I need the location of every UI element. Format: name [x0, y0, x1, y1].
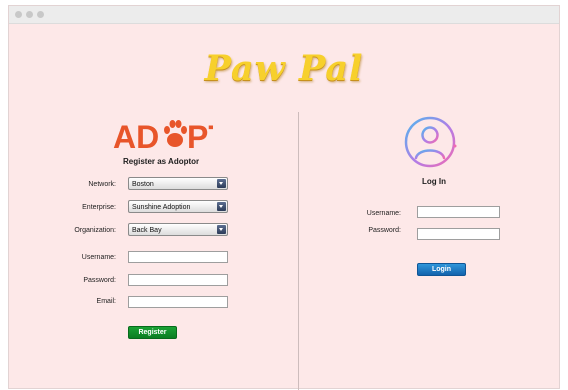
enterprise-select-value: Sunshine Adoption — [132, 204, 191, 211]
close-window-icon[interactable] — [15, 11, 22, 18]
adopt-logo-text-start: AD — [113, 119, 159, 150]
panel-divider — [298, 112, 299, 390]
login-button[interactable]: Login — [417, 263, 466, 276]
chevron-down-icon[interactable] — [217, 225, 226, 234]
register-heading: Register as Adoptor — [123, 157, 200, 166]
paw-print-icon — [164, 120, 187, 147]
email-field[interactable] — [128, 296, 228, 308]
enterprise-label: Enterprise: — [82, 204, 116, 211]
user-avatar-icon — [404, 116, 457, 168]
login-heading: Log In — [422, 177, 446, 186]
brand-title: Paw Pal — [204, 48, 364, 89]
register-button[interactable]: Register — [128, 326, 177, 339]
organization-select-value: Back Bay — [132, 227, 162, 234]
login-password-field[interactable] — [417, 228, 500, 240]
login-username-label: Username: — [366, 210, 401, 217]
register-password-field[interactable] — [128, 274, 228, 286]
chevron-down-icon[interactable] — [217, 179, 226, 188]
chevron-down-icon[interactable] — [217, 202, 226, 211]
app-window: Paw Pal AD PT Register as Adoptor Networ… — [8, 5, 560, 390]
register-password-label: Password: — [83, 277, 116, 284]
adopt-logo: AD PT — [113, 119, 213, 150]
login-password-label: Password: — [368, 227, 401, 234]
enterprise-select[interactable]: Sunshine Adoption — [128, 200, 228, 213]
network-select[interactable]: Boston — [128, 177, 228, 190]
register-username-field[interactable] — [128, 251, 228, 263]
email-label: Email: — [96, 298, 116, 305]
organization-select[interactable]: Back Bay — [128, 223, 228, 236]
network-label: Network: — [88, 181, 116, 188]
minimize-window-icon[interactable] — [26, 11, 33, 18]
login-username-field[interactable] — [417, 206, 500, 218]
register-username-label: Username: — [81, 254, 116, 261]
adopt-logo-text-end: PT — [187, 119, 213, 150]
network-select-value: Boston — [132, 181, 154, 188]
organization-label: Organization: — [74, 227, 116, 234]
window-titlebar — [9, 6, 559, 24]
zoom-window-icon[interactable] — [37, 11, 44, 18]
